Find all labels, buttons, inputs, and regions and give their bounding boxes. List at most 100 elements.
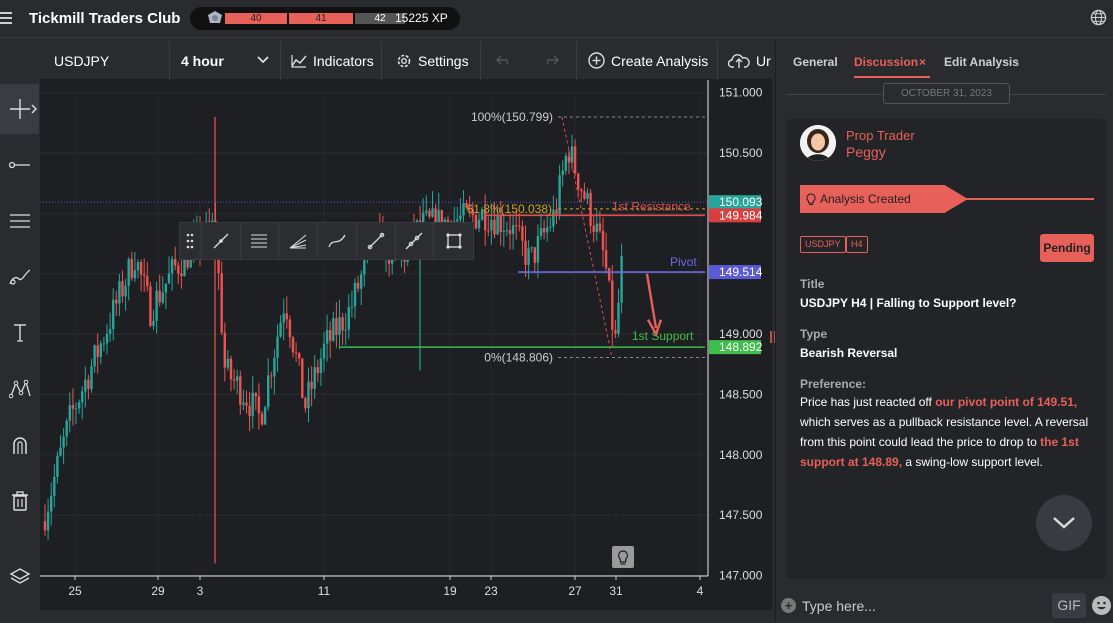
app-title: Tickmill Traders Club xyxy=(29,10,181,27)
xp-level-2: 41 xyxy=(289,13,353,24)
candle-body xyxy=(595,223,598,232)
fib-retracement-icon[interactable] xyxy=(241,223,280,259)
candle-body xyxy=(567,155,571,163)
pref-text-3: a swing-low support level. xyxy=(902,455,1043,469)
candle-body xyxy=(223,332,226,368)
candle-body xyxy=(338,317,341,335)
xp-level-1: 40 xyxy=(225,13,287,24)
tab-discussion-close[interactable]: × xyxy=(919,55,926,69)
candle-body xyxy=(431,208,434,217)
candle-body xyxy=(291,337,295,353)
candle-body xyxy=(459,215,462,220)
banner-label: Analysis Created xyxy=(820,192,911,206)
fib-fan-icon[interactable] xyxy=(279,223,319,259)
chevron-right-icon[interactable] xyxy=(31,104,37,114)
candle-body xyxy=(294,352,298,354)
globe-icon[interactable] xyxy=(1090,9,1107,26)
scroll-down-button[interactable] xyxy=(1036,495,1092,551)
tool-magnet[interactable] xyxy=(0,420,39,470)
undo-icon[interactable] xyxy=(496,54,512,66)
candlestick-chart[interactable]: 1st Resistance Pivot 1st Support 100%(150.7… xyxy=(40,80,772,610)
redo-icon[interactable] xyxy=(543,54,559,66)
create-analysis-label: Create Analysis xyxy=(611,52,709,69)
crosshair-icon xyxy=(9,99,30,119)
extended-line-icon[interactable] xyxy=(396,223,435,259)
candle-body xyxy=(539,228,543,236)
candle-body xyxy=(65,420,68,437)
y-tick-label: 147.000 xyxy=(719,569,763,583)
rectangle-tool-icon[interactable] xyxy=(434,223,473,259)
candle-body xyxy=(180,273,183,277)
message-input[interactable] xyxy=(802,598,1042,614)
magnet-icon xyxy=(12,437,27,454)
candle-body xyxy=(536,235,540,263)
candle-body xyxy=(143,274,146,276)
x-tick-label: 23 xyxy=(484,584,498,598)
symbol-selector[interactable]: USDJPY xyxy=(40,41,170,80)
candle-body xyxy=(304,398,307,409)
tool-layers[interactable] xyxy=(0,552,39,602)
ray-tool-icon[interactable] xyxy=(357,223,396,259)
tool-delete[interactable] xyxy=(0,476,39,526)
candle-body xyxy=(341,317,344,331)
title-value: USDJPY H4 | Falling to Support level? xyxy=(800,296,1017,310)
trendline-icon xyxy=(8,161,30,169)
candle-body xyxy=(561,170,564,176)
line-tool-icon[interactable] xyxy=(202,223,241,259)
indicators-button[interactable]: Indicators xyxy=(281,41,382,80)
interval-selector[interactable]: 4 hour xyxy=(170,41,281,80)
drawing-tools-sidebar xyxy=(0,80,39,610)
candle-body xyxy=(521,226,524,241)
candle-body xyxy=(344,329,347,331)
tool-text[interactable] xyxy=(0,308,39,358)
candle-body xyxy=(158,290,161,303)
tab-discussion[interactable]: Discussion xyxy=(854,55,918,69)
gif-button[interactable]: GIF xyxy=(1052,593,1086,618)
tool-crosshair[interactable] xyxy=(0,84,39,134)
tool-horizontal-lines[interactable] xyxy=(0,196,39,246)
emoji-icon[interactable] xyxy=(1092,596,1111,615)
candle-body xyxy=(81,391,84,403)
menu-icon[interactable] xyxy=(0,9,14,27)
tab-general[interactable]: General xyxy=(793,55,838,69)
candle-body xyxy=(248,405,251,417)
candle-body xyxy=(546,227,549,233)
create-analysis-button[interactable]: Create Analysis xyxy=(577,41,718,80)
y-tick-label: 148.500 xyxy=(719,387,763,401)
tab-edit-analysis[interactable]: Edit Analysis xyxy=(944,55,1019,69)
upload-button[interactable]: Ur xyxy=(718,41,772,80)
add-attachment-icon[interactable]: + xyxy=(781,598,796,613)
candle-body xyxy=(245,402,248,406)
drag-handle-icon[interactable] xyxy=(180,223,202,259)
avatar[interactable] xyxy=(800,125,836,161)
candle-body xyxy=(332,318,335,341)
tool-pattern[interactable] xyxy=(0,364,39,414)
x-tick-label: 4 xyxy=(697,584,704,598)
fib-100-label: 100%(150.799) xyxy=(471,110,553,124)
candle-body xyxy=(428,210,431,217)
price-chart[interactable]: 1st Resistance Pivot 1st Support 100%(150.7… xyxy=(40,80,772,610)
author-name[interactable]: Peggy xyxy=(846,144,886,160)
candle-body xyxy=(589,192,592,226)
x-tick-label: 11 xyxy=(318,584,331,598)
price-label-text: 148.892 xyxy=(719,340,763,354)
idea-marker[interactable] xyxy=(612,546,634,568)
price-label-text: 149.514 xyxy=(719,265,763,279)
tool-brush[interactable] xyxy=(0,252,39,302)
candle-body xyxy=(130,259,133,279)
candle-body xyxy=(139,262,143,275)
candle-body xyxy=(177,265,180,274)
preference-label: Preference: xyxy=(800,377,867,391)
candle-body xyxy=(260,413,264,425)
analysis-created-banner: Analysis Created xyxy=(800,185,968,213)
candle-body xyxy=(282,313,285,323)
fib-0-label: 0%(148.806) xyxy=(484,351,553,365)
tool-trendline[interactable] xyxy=(0,140,39,190)
banner-line xyxy=(966,198,1094,200)
candle-body xyxy=(335,318,338,335)
xp-level-2-label: 41 xyxy=(315,13,327,24)
cloud-upload-icon xyxy=(728,53,750,68)
path-tool-icon[interactable] xyxy=(318,223,357,259)
settings-button[interactable]: Settings xyxy=(382,41,481,80)
candle-body xyxy=(229,358,233,380)
